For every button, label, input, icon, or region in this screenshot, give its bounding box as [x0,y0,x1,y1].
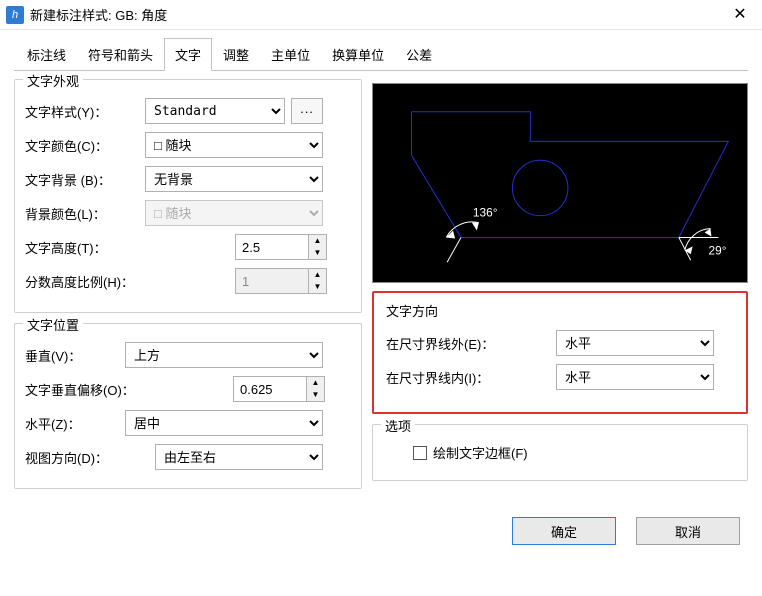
stepper-up-icon[interactable]: ▲ [307,377,324,389]
tab-text[interactable]: 文字 [164,38,212,71]
select-viewdir[interactable]: 由左至右 [155,444,323,470]
svg-text:29°: 29° [709,243,727,257]
group-options: 选项 绘制文字边框(F) [372,424,748,481]
offset-stepper[interactable]: ▲▼ [233,376,325,402]
tab-primary[interactable]: 主单位 [260,38,321,71]
stepper-down-icon[interactable]: ▼ [307,389,324,401]
select-text-color[interactable]: □ 随块 [145,132,323,158]
frame-checkbox[interactable] [413,446,427,460]
label-outside: 在尺寸界线外(E)： [386,334,556,353]
group-placement-title: 文字位置 [23,315,83,334]
label-text-height: 文字高度(T)： [25,238,235,257]
label-viewdir: 视图方向(D)： [25,448,155,467]
group-appearance-title: 文字外观 [23,71,83,90]
ok-button[interactable]: 确定 [512,517,616,545]
svg-text:136°: 136° [473,206,498,220]
window-title: 新建标注样式: GB: 角度 [30,5,718,24]
label-text-style: 文字样式(Y)： [25,102,145,121]
stepper-down-icon: ▼ [309,281,326,293]
tab-dimline[interactable]: 标注线 [16,38,77,71]
frame-checkbox-label: 绘制文字边框(F) [433,443,528,462]
group-direction-title: 文字方向 [386,301,732,320]
stepper-up-icon: ▲ [309,269,326,281]
group-direction: 文字方向 在尺寸界线外(E)： 水平 在尺寸界线内(I)： 水平 [372,291,748,414]
cancel-button[interactable]: 取消 [636,517,740,545]
group-options-title: 选项 [381,416,415,435]
label-text-color: 文字颜色(C)： [25,136,145,155]
group-placement: 文字位置 垂直(V)： 上方 文字垂直偏移(O)： ▲▼ 水平(Z)： 居中 [14,323,362,489]
label-text-bg: 文字背景 (B)： [25,170,145,189]
preview-panel: 136° 29° [372,83,748,283]
app-icon: h [6,6,24,24]
text-height-input[interactable] [236,235,308,259]
text-height-stepper[interactable]: ▲▼ [235,234,327,260]
label-inside: 在尺寸界线内(I)： [386,368,556,387]
stepper-up-icon[interactable]: ▲ [309,235,326,247]
tab-bar: 标注线 符号和箭头 文字 调整 主单位 换算单位 公差 [0,30,762,71]
select-bg-color: □ 随块 [145,200,323,226]
group-appearance: 文字外观 文字样式(Y)： Standard ... 文字颜色(C)： □ 随块… [14,79,362,313]
label-offset: 文字垂直偏移(O)： [25,380,233,399]
label-bg-color: 背景颜色(L)： [25,204,145,223]
label-horiz: 水平(Z)： [25,414,125,433]
tab-fit[interactable]: 调整 [212,38,260,71]
tab-alternate[interactable]: 换算单位 [321,38,395,71]
tab-tolerance[interactable]: 公差 [395,38,443,71]
label-vert: 垂直(V)： [25,346,125,365]
tab-symbols[interactable]: 符号和箭头 [77,38,164,71]
select-inside[interactable]: 水平 [556,364,714,390]
frac-height-stepper: ▲▼ [235,268,327,294]
frac-height-input [236,269,308,293]
select-outside[interactable]: 水平 [556,330,714,356]
select-horiz[interactable]: 居中 [125,410,323,436]
select-vert[interactable]: 上方 [125,342,323,368]
stepper-down-icon[interactable]: ▼ [309,247,326,259]
label-frac-height: 分数高度比例(H)： [25,272,235,291]
select-text-style[interactable]: Standard [145,98,285,124]
offset-input[interactable] [234,377,306,401]
close-icon[interactable]: ✕ [718,0,762,30]
select-text-bg[interactable]: 无背景 [145,166,323,192]
text-style-browse-button[interactable]: ... [291,98,323,124]
